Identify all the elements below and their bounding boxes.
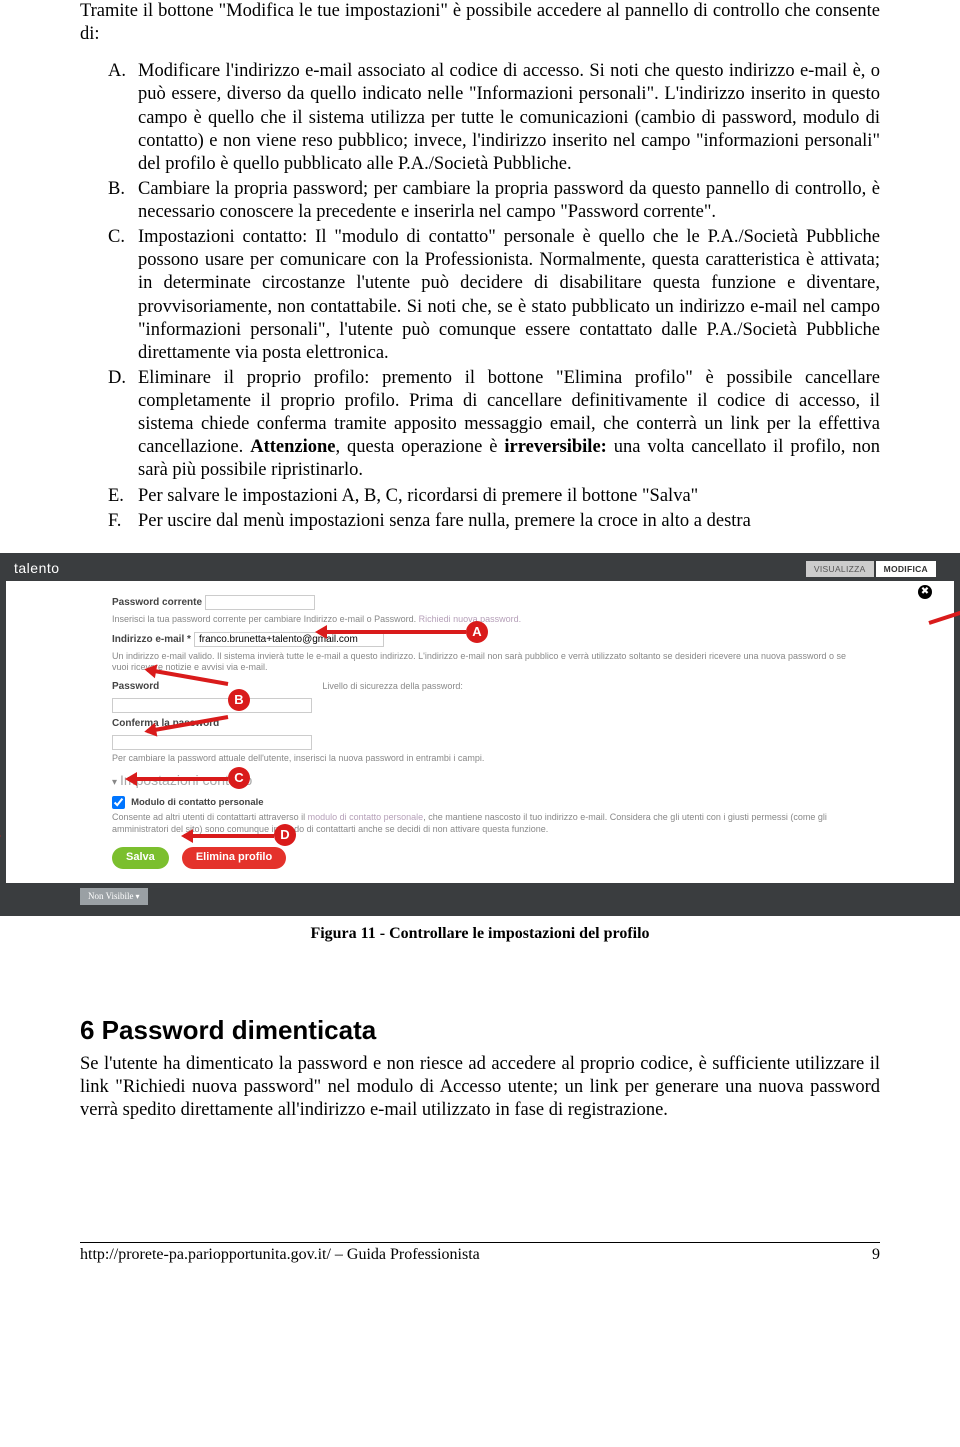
password-corrente-label: Password corrente	[112, 597, 202, 610]
intro-paragraph: Tramite il bottone "Modifica le tue impo…	[80, 0, 880, 46]
button-row: Salva Elimina profilo	[112, 847, 864, 869]
pw-hint-text: Inserisci la tua password corrente per c…	[112, 614, 419, 624]
item-a-text: Modificare l'indirizzo e-mail associato …	[138, 61, 880, 174]
modulo-contatto-label: Modulo di contatto personale	[131, 797, 263, 809]
footer-url: http://prorete-pa.pariopportunita.gov.it…	[80, 1245, 480, 1265]
lettered-list: A. Modificare l'indirizzo e-mail associa…	[80, 60, 880, 533]
figure-11-caption: Figura 11 - Controllare le impostazioni …	[80, 924, 880, 944]
salva-button[interactable]: Salva	[112, 847, 169, 869]
modulo-contatto-link[interactable]: modulo di contatto personale	[308, 812, 424, 822]
item-d-irreversibile: irreversibile:	[504, 437, 606, 457]
tab-modifica[interactable]: MODIFICA	[876, 561, 936, 578]
arrow-c	[128, 777, 228, 781]
item-c-text: Impostazioni contatto: Il "modulo di con…	[138, 227, 880, 363]
settings-form: Password corrente Inserisci la tua passw…	[6, 581, 954, 883]
arrow-f	[928, 601, 960, 625]
impostazioni-contatto-header[interactable]: Impostazioni contatto	[112, 772, 864, 790]
email-hint: Un indirizzo e-mail valido. Il sistema i…	[112, 651, 864, 674]
email-input[interactable]	[194, 632, 384, 647]
callout-a: A	[466, 621, 488, 643]
item-f-text: Per uscire dal menù impostazioni senza f…	[138, 511, 751, 531]
item-b-letter: B.	[108, 178, 132, 201]
item-d-attenzione: Attenzione	[250, 437, 335, 457]
section-6-body: Se l'utente ha dimenticato la password e…	[80, 1053, 880, 1122]
footer-page-number: 9	[872, 1245, 880, 1265]
password-strength-label: Livello di sicurezza della password:	[322, 681, 463, 692]
non-visibile-dropdown[interactable]: Non Visibile	[80, 888, 148, 905]
field-modulo-contatto: Modulo di contatto personale	[112, 796, 864, 810]
callout-b: B	[228, 689, 250, 711]
item-d-mid: , questa operazione è	[336, 437, 505, 457]
arrow-d	[184, 834, 274, 838]
settings-dialog: talento VISUALIZZA MODIFICA ✖ Password c…	[6, 557, 954, 883]
modulo-contatto-checkbox[interactable]	[112, 796, 125, 809]
page-footer: http://prorete-pa.pariopportunita.gov.it…	[80, 1242, 880, 1265]
field-password-corrente: Password corrente	[112, 595, 864, 610]
password-label: Password	[112, 681, 159, 694]
item-f-letter: F.	[108, 510, 132, 533]
item-e-text: Per salvare le impostazioni A, B, C, ric…	[138, 486, 698, 506]
contact-hint-a: Consente ad altri utenti di contattarti …	[112, 812, 308, 822]
password-corrente-input[interactable]	[205, 595, 315, 610]
item-e-letter: E.	[108, 485, 132, 508]
item-d-letter: D.	[108, 367, 132, 390]
close-icon[interactable]: ✖	[918, 585, 932, 599]
modulo-contatto-hint: Consente ad altri utenti di contattarti …	[112, 812, 864, 835]
figure-11: talento VISUALIZZA MODIFICA ✖ Password c…	[0, 553, 960, 916]
dialog-tabs: VISUALIZZA MODIFICA	[806, 561, 936, 578]
password-corrente-hint: Inserisci la tua password corrente per c…	[112, 614, 864, 626]
callout-d: D	[274, 824, 296, 846]
elimina-profilo-button[interactable]: Elimina profilo	[182, 847, 286, 869]
tab-visualizza[interactable]: VISUALIZZA	[806, 561, 874, 578]
item-b-text: Cambiare la propria password; per cambia…	[138, 179, 880, 222]
item-c: C. Impostazioni contatto: Il "modulo di …	[108, 226, 880, 365]
item-d: D. Eliminare il proprio profilo: prement…	[108, 367, 880, 483]
arrow-a	[318, 630, 466, 634]
email-label: Indirizzo e-mail *	[112, 634, 191, 647]
field-email: Indirizzo e-mail *	[112, 632, 864, 647]
brand-logo: talento	[14, 560, 60, 578]
cambio-password-hint: Per cambiare la password attuale dell'ut…	[112, 753, 864, 765]
callout-c: C	[228, 767, 250, 789]
item-f: F. Per uscire dal menù impostazioni senz…	[108, 510, 880, 533]
item-e: E. Per salvare le impostazioni A, B, C, …	[108, 485, 880, 508]
section-6-heading: 6 Password dimenticata	[80, 1014, 880, 1047]
item-c-letter: C.	[108, 226, 132, 249]
item-a-letter: A.	[108, 60, 132, 83]
password-input[interactable]	[112, 698, 312, 713]
item-a: A. Modificare l'indirizzo e-mail associa…	[108, 60, 880, 176]
item-b: B. Cambiare la propria password; per cam…	[108, 178, 880, 224]
